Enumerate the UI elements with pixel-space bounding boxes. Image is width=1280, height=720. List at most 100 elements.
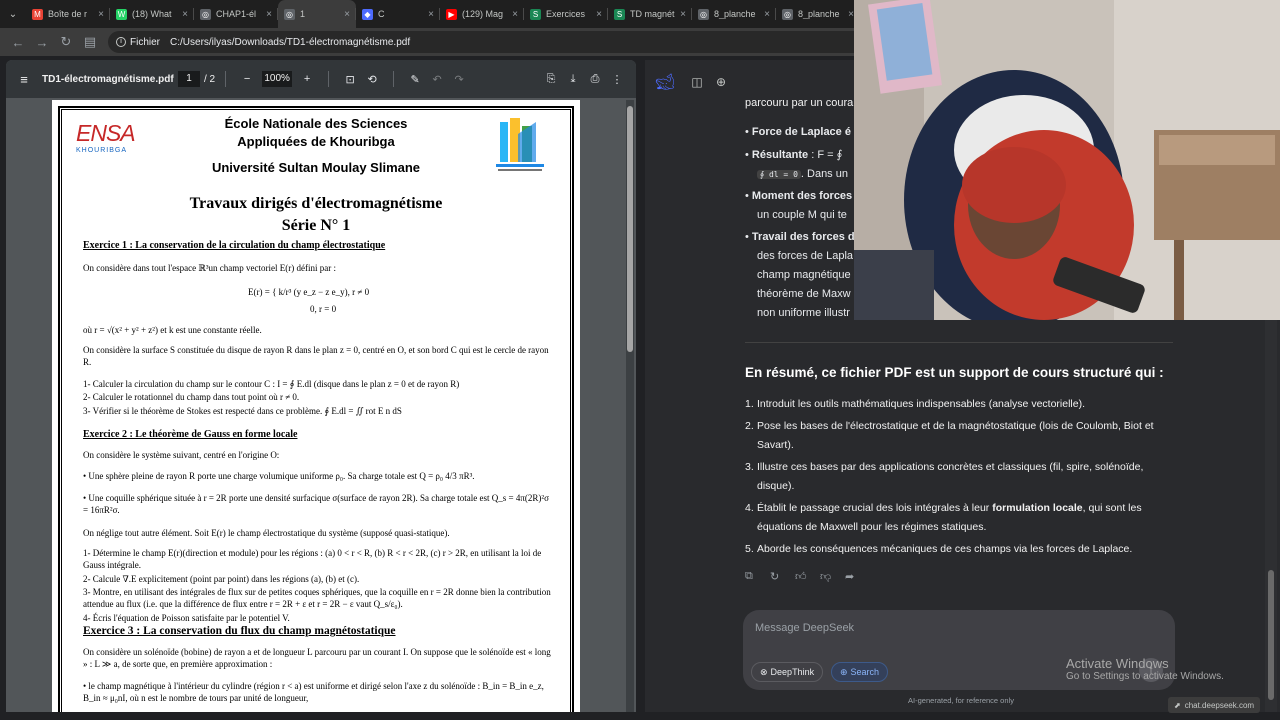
- question: 4- Écris l'équation de Poisson satisfait…: [83, 613, 290, 623]
- tab-label: Boîte de r: [48, 9, 88, 19]
- close-tab-icon[interactable]: ×: [680, 9, 686, 20]
- share-icon[interactable]: ➦: [845, 570, 870, 583]
- ai-disclaimer: AI-generated, for reference only: [908, 696, 1014, 705]
- thumbs-up-icon[interactable]: 👍︎: [795, 570, 820, 583]
- tab-label: (129) Mag: [462, 9, 504, 19]
- chat-scroll-thumb[interactable]: [1268, 570, 1274, 700]
- page-number-input[interactable]: 1: [178, 71, 200, 87]
- globe-icon: ⊕: [840, 666, 848, 677]
- exercise-1-title: Exercice 1 : La conservation de la circu…: [83, 240, 386, 251]
- new-chat-icon[interactable]: ⊕: [709, 71, 733, 93]
- paragraph: • Une sphère pleine de rayon R porte une…: [83, 471, 475, 481]
- undo-icon[interactable]: ↶: [426, 73, 448, 86]
- save-icon[interactable]: ⎘: [540, 73, 562, 86]
- tab-favicon-icon: M: [32, 8, 43, 20]
- school-name-line2: Appliquées de Khouribga: [237, 134, 395, 149]
- reload-icon[interactable]: ↻: [54, 30, 78, 54]
- tab-favicon-icon: ◆: [362, 8, 373, 20]
- browser-tab[interactable]: ◎ CHAP1-él ×: [194, 0, 278, 28]
- address-bar[interactable]: i Fichier C:/Users/ilyas/Downloads/TD1-él…: [108, 31, 868, 53]
- paragraph: où r = √(x² + y² + z²) et k est une cons…: [83, 325, 262, 335]
- browser-tab[interactable]: M Boîte de r ×: [26, 0, 110, 28]
- tab-favicon-icon: ◎: [200, 8, 211, 20]
- tab-favicon-icon: S: [530, 8, 541, 20]
- pdf-scroll-thumb[interactable]: [627, 106, 633, 352]
- browser-tab[interactable]: ◎ 8_planche ×: [692, 0, 776, 28]
- print-icon[interactable]: ⎙: [584, 73, 606, 86]
- tab-label: C: [378, 9, 385, 19]
- equation: 0, r = 0: [310, 304, 337, 314]
- paragraph: On considère la surface S constituée du …: [83, 345, 549, 367]
- back-icon[interactable]: ←: [6, 30, 30, 54]
- browser-tab[interactable]: ◆ C ×: [356, 0, 440, 28]
- menu-icon[interactable]: ≡: [6, 72, 42, 87]
- message-input[interactable]: Message DeepSeek: [755, 622, 854, 634]
- tab-favicon-icon: ◎: [782, 8, 793, 20]
- pdf-toolbar: ≡ TD1-électromagnétisme.pdf 1 / 2 − 100%…: [6, 60, 636, 98]
- thumbs-down-icon[interactable]: 👎︎: [820, 570, 845, 583]
- message-actions: ⧉ ↻ 👍︎ 👎︎ ➦: [745, 570, 870, 583]
- file-chip[interactable]: i Fichier: [116, 37, 160, 48]
- close-tab-icon[interactable]: ×: [596, 9, 602, 20]
- download-icon[interactable]: ⤓: [562, 73, 584, 86]
- browser-tab[interactable]: W (18) What ×: [110, 0, 194, 28]
- tab-favicon-icon: ▶: [446, 8, 457, 20]
- list-item: 2. Pose les bases de l'électrostatique et…: [745, 420, 1154, 451]
- zoom-input[interactable]: 100%: [262, 71, 293, 87]
- tab-label: 1: [300, 9, 306, 19]
- rotate-icon[interactable]: ⟲: [361, 73, 383, 86]
- paragraph: On néglige tout autre élément. Soit E(r)…: [83, 528, 450, 538]
- tab-favicon-icon: ◎: [698, 8, 709, 20]
- fit-page-icon[interactable]: ⊡: [339, 73, 361, 86]
- close-tab-icon[interactable]: ×: [266, 9, 272, 20]
- forward-icon[interactable]: →: [30, 30, 54, 54]
- paragraph: On considère dans tout l'espace ℝ³un cha…: [83, 263, 336, 273]
- list-item: 1. Introduit les outils mathématiques ind…: [745, 398, 1086, 410]
- zoom-out-icon[interactable]: −: [236, 73, 258, 85]
- summary-heading: En résumé, ce fichier PDF est un support…: [745, 365, 1164, 380]
- toggle-sidebar-icon[interactable]: ◫: [685, 71, 709, 93]
- close-tab-icon[interactable]: ×: [344, 9, 350, 20]
- tab-search-icon[interactable]: ⌄: [0, 0, 26, 28]
- list-item: 4. Établit le passage crucial des lois in…: [745, 502, 1142, 533]
- browser-tab[interactable]: ▶ (129) Mag ×: [440, 0, 524, 28]
- question: 2- Calcule ∇.E explicitement (point par …: [83, 574, 360, 584]
- browser-tab[interactable]: ◎ 8_planche ×: [776, 0, 860, 28]
- tab-favicon-icon: ◎: [284, 8, 295, 20]
- zoom-in-icon[interactable]: +: [296, 73, 318, 85]
- sidebar-toggle-icon[interactable]: ▤: [78, 30, 102, 54]
- browser-tab[interactable]: S Exercices ×: [524, 0, 608, 28]
- pdf-viewer: ≡ TD1-électromagnétisme.pdf 1 / 2 − 100%…: [6, 60, 636, 712]
- annotate-icon[interactable]: ✎: [404, 73, 426, 86]
- search-toggle[interactable]: ⊕ Search: [831, 662, 889, 682]
- doc-title: Travaux dirigés d'électromagnétisme: [189, 195, 443, 212]
- deepthink-toggle[interactable]: ⊗ DeepThink: [751, 662, 824, 682]
- question: 1- Calculer la circulation du champ sur …: [83, 379, 460, 389]
- tab-label: 8_planche: [798, 9, 840, 19]
- tab-label: TD magnét: [630, 9, 675, 19]
- deepthink-icon: ⊗: [760, 666, 768, 677]
- more-options-icon[interactable]: ⋮: [606, 73, 628, 86]
- redo-icon[interactable]: ↷: [448, 73, 470, 86]
- close-tab-icon[interactable]: ×: [428, 9, 434, 20]
- pdf-scrollbar[interactable]: [626, 100, 634, 712]
- browser-tab[interactable]: S TD magnét ×: [608, 0, 692, 28]
- tab-favicon-icon: S: [614, 8, 625, 20]
- tab-label: 8_planche: [714, 9, 756, 19]
- status-url: ⬈ chat.deepseek.com: [1168, 697, 1261, 713]
- deepseek-sidebar-controls: 🐋︎ ◫ ⊕: [645, 60, 745, 104]
- regenerate-icon[interactable]: ↻: [770, 570, 795, 583]
- divider: [745, 342, 1173, 343]
- close-tab-icon[interactable]: ×: [182, 9, 188, 20]
- url-text: C:/Users/ilyas/Downloads/TD1-électromagn…: [170, 36, 411, 48]
- close-tab-icon[interactable]: ×: [98, 9, 104, 20]
- close-tab-icon[interactable]: ×: [512, 9, 518, 20]
- list-item: 3. Illustre ces bases par des application…: [745, 461, 1144, 492]
- close-tab-icon[interactable]: ×: [764, 9, 770, 20]
- deepseek-logo-icon[interactable]: 🐋︎: [653, 71, 677, 93]
- link-icon: ⬈: [1174, 700, 1181, 710]
- copy-icon[interactable]: ⧉: [745, 570, 770, 583]
- tab-list: M Boîte de r × W (18) What × ◎ CHAP1-él × ◎ 1 × ◆ C × ▶…: [26, 0, 944, 28]
- browser-tab[interactable]: ◎ 1 ×: [278, 0, 356, 28]
- info-icon: i: [116, 37, 126, 47]
